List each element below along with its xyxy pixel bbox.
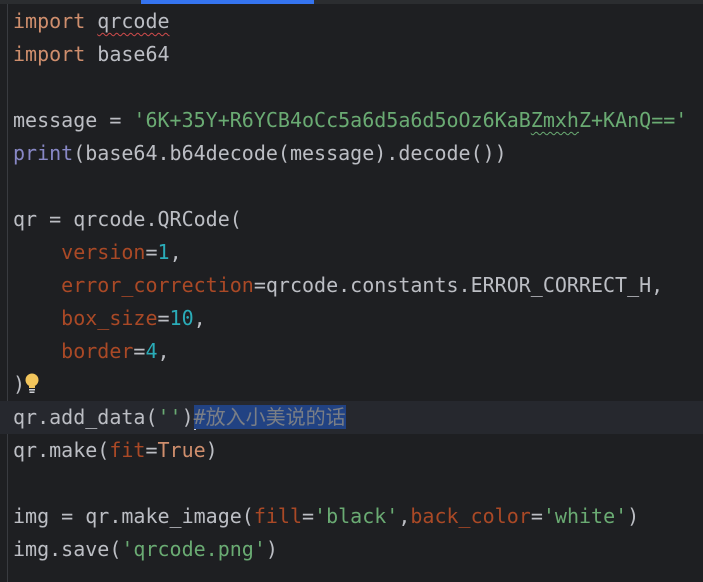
code-token: qr.make( [13,438,110,462]
code-token: qr = qrcode.QRCode( [13,207,242,231]
code-line[interactable]: import qrcode [13,5,703,38]
code-token: qrcode [97,9,170,33]
editor-tab-bar [0,0,703,4]
active-tab-indicator[interactable] [141,0,314,4]
lightbulb-icon[interactable] [25,371,39,397]
code-token: 'black' [314,504,399,528]
code-token: (base64.b64decode(message).decode()) [73,141,507,165]
gutter-divider [7,4,8,582]
code-token: ) [13,372,26,396]
code-line[interactable]: message = '6K+35Y+R6YCB4oCc5a6d5a6d5oOz6… [13,104,703,137]
code-line[interactable]: border=4, [13,335,703,368]
code-token: ) [181,405,194,429]
code-token: #放入小美说的话 [193,405,346,429]
code-token: = [302,504,315,528]
code-line[interactable]: box_size=10, [13,302,703,335]
code-line[interactable]: img = qr.make_image(fill='black',back_co… [13,500,703,533]
code-line[interactable] [13,71,703,104]
code-token: = [530,504,543,528]
code-token: back_color [410,504,531,528]
code-token: base64 [97,42,170,66]
code-token: =qrcode.constants.ERROR_CORRECT_H, [253,273,664,297]
code-token: '' [157,405,182,429]
code-token: , [193,306,206,330]
code-token: 'qrcode.png' [121,537,266,561]
code-line[interactable]: qr.make(fit=True) [13,434,703,467]
code-token: 4 [145,339,158,363]
code-token: fill [253,504,302,528]
code-line[interactable]: img.save('qrcode.png') [13,533,703,566]
code-token: , [398,504,411,528]
code-token: 'white' [542,504,628,528]
code-token: , [169,240,182,264]
code-token: img.save( [13,537,122,561]
code-token: Zmxh [530,108,579,132]
code-token: 10 [169,306,194,330]
code-token: qr.add_data( [13,405,158,429]
code-line[interactable]: version=1, [13,236,703,269]
code-line[interactable] [13,170,703,203]
code-token: = [145,240,158,264]
code-token: ) [205,438,218,462]
code-line[interactable]: qr = qrcode.QRCode( [13,203,703,236]
code-line[interactable] [13,467,703,500]
code-token: ) [265,537,278,561]
code-token: = [145,438,158,462]
code-token: ) [627,504,640,528]
code-token: print [13,141,74,165]
code-token: True [157,438,206,462]
code-token: version [61,240,146,264]
code-token: '6K+35Y+R6YCB4oCc5a6d5a6d5oOz6KaB [133,108,531,132]
code-token: 1 [157,240,170,264]
code-token: = [133,339,146,363]
code-line[interactable]: print(base64.b64decode(message).decode()… [13,137,703,170]
code-editor[interactable]: import qrcode import base64 message = '6K+… [0,5,703,566]
code-line[interactable]: qr.add_data('')#放入小美说的话 [0,401,703,434]
code-token: import [13,9,98,33]
code-token: = [157,306,170,330]
code-token: fit [109,438,146,462]
code-line[interactable]: ) [13,368,703,401]
code-token: import [13,42,98,66]
code-token: img = qr.make_image( [13,504,254,528]
code-line[interactable]: error_correction=qrcode.constants.ERROR_… [13,269,703,302]
code-token: error_correction [61,273,254,297]
code-token: , [157,339,170,363]
code-token: border [61,339,134,363]
code-token: Z+KAnQ==' [578,108,688,132]
code-line[interactable]: import base64 [13,38,703,71]
code-token: box_size [61,306,158,330]
code-token: message = [13,108,134,132]
